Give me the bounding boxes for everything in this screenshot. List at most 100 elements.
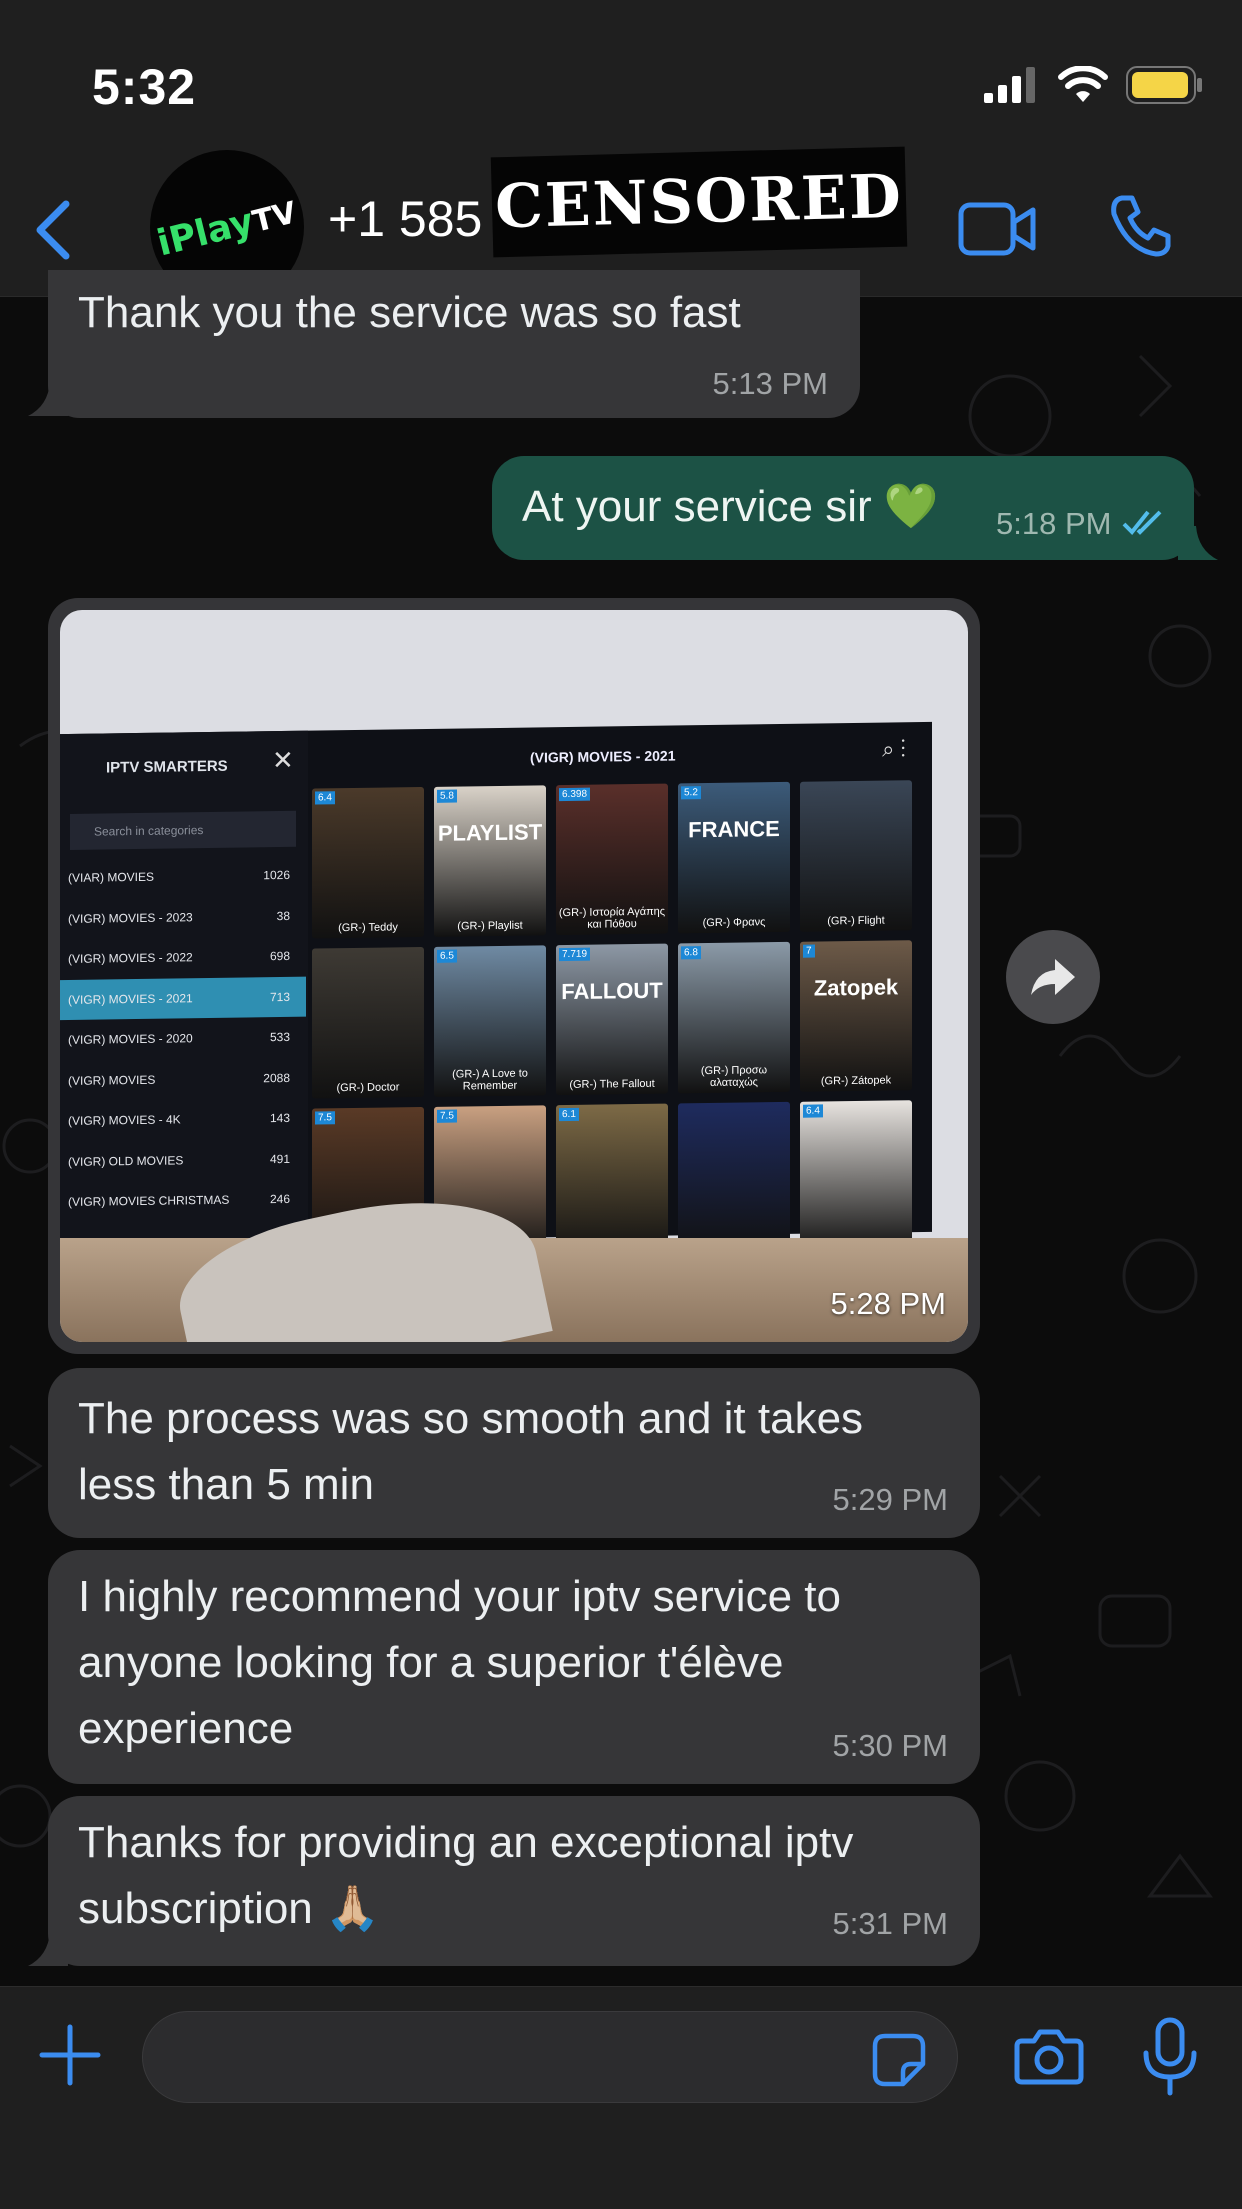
double-check-icon	[1122, 510, 1162, 535]
poster-rating-badge: 6.5	[437, 949, 457, 963]
image-message[interactable]: IPTV SMARTERS ✕ Search in categories (VI…	[48, 598, 980, 1354]
poster-rating-badge: 6.4	[315, 791, 335, 805]
bubble-tail	[28, 382, 68, 416]
poster-word: FRANCE	[688, 816, 780, 843]
contact-name[interactable]: +1 585	[328, 190, 482, 248]
tv-category-item: (VIAR) MOVIES 1026	[68, 868, 290, 886]
tv-poster: 6.1	[556, 1103, 668, 1256]
tv-category-item: (VIGR) MOVIES - 4K 143	[68, 1111, 290, 1129]
tv-category-list: (VIAR) MOVIES 1026 (VIGR) MOVIES - 2023 38 (…	[60, 855, 306, 1223]
poster-rating-badge: 7.719	[559, 947, 591, 962]
poster-word	[434, 979, 546, 981]
tv-poster: 6.398 (GR-) Ιστορία Αγάπης και Πόθου	[556, 783, 668, 936]
tv-title: (VIGR) MOVIES - 2021	[530, 747, 676, 766]
message-time: 5:29 PM	[832, 1482, 948, 1517]
avatar-logo: iPlayTV	[153, 194, 301, 264]
poster-word: Zatopek	[813, 974, 899, 1001]
poster-rating-badge: 6.1	[559, 1107, 579, 1122]
bubble-tail	[1178, 526, 1218, 560]
poster-rating-badge: 5.2	[681, 786, 701, 800]
tv-close-icon: ✕	[272, 744, 294, 776]
tv-search-icon: ⌕ ⋮	[882, 736, 906, 762]
composer-bar	[0, 1986, 1242, 2209]
poster-word	[800, 814, 912, 816]
forward-button[interactable]	[1006, 930, 1100, 1024]
back-icon[interactable]	[30, 198, 80, 262]
message-text: Thank you the service was so fast	[78, 288, 741, 337]
poster-word: FALLOUT	[561, 977, 663, 1005]
poster-rating-badge: 6.8	[681, 946, 701, 960]
poster-word	[556, 818, 668, 820]
poster-title: (GR-) Προσω αλαταχώς	[700, 1064, 768, 1090]
message-time: 5:13 PM	[712, 366, 828, 401]
poster-rating-badge: 5.8	[437, 789, 457, 803]
plus-icon[interactable]	[38, 2023, 102, 2087]
poster-rating-badge: 7.5	[437, 1109, 457, 1123]
censored-stamp: CENSORED	[490, 146, 908, 258]
poster-rating-badge: 7	[803, 944, 815, 958]
tv-brand: IPTV SMARTERS	[106, 757, 228, 777]
message-bubble-incoming[interactable]: Thanks for providing an exceptional iptv…	[48, 1796, 980, 1966]
tv-sidebar: IPTV SMARTERS ✕ Search in categories (VI…	[60, 730, 308, 1245]
message-bubble-outgoing[interactable]: At your service sir 💚 5:18 PM	[492, 456, 1194, 560]
message-photo[interactable]: IPTV SMARTERS ✕ Search in categories (VI…	[60, 610, 968, 1342]
tv-poster: 7.719 FALLOUT (GR-) The Fallout	[556, 943, 668, 1096]
tv-poster: 6.8 (GR-) Προσω αλαταχώς	[678, 941, 790, 1094]
poster-title: (GR-) Teddy	[338, 921, 398, 935]
tv-poster: 6.4	[800, 1100, 912, 1252]
message-time: 5:30 PM	[832, 1728, 948, 1763]
tv-poster	[678, 1101, 790, 1254]
tv-category-item: (VIGR) MOVIES 2088	[68, 1070, 290, 1088]
tv-poster: 5.2 FRANCE (GR-) Φρανς	[678, 781, 790, 934]
poster-word: PLAYLIST	[437, 819, 543, 846]
poster-rating-badge: 7.5	[315, 1111, 335, 1125]
poster-title: (GR-) Ιστορία Αγάπης και Πόθου	[558, 905, 666, 931]
tv-poster: 7 Zatopek (GR-) Zátopek	[800, 940, 912, 1092]
poster-word	[678, 976, 790, 978]
battery-icon	[1126, 66, 1202, 104]
camera-icon[interactable]	[1014, 2027, 1084, 2085]
poster-title: (GR-) Φρανς	[702, 916, 766, 930]
message-bubble-incoming[interactable]: Thank you the service was so fast 5:13 P…	[48, 270, 860, 418]
poster-title: (GR-) Doctor	[336, 1081, 400, 1095]
poster-word	[556, 1138, 668, 1140]
tv-search: Search in categories	[70, 810, 296, 850]
tv-poster: 6.4 (GR-) Teddy	[312, 787, 424, 939]
status-icons	[984, 66, 1204, 104]
wifi-icon	[1058, 66, 1108, 102]
poster-title: (GR-) Playlist	[457, 919, 523, 933]
tv-category-item: (VIGR) MOVIES - 2021 713	[60, 976, 306, 1021]
poster-word	[312, 1141, 424, 1143]
message-input-field[interactable]	[142, 2011, 958, 2103]
poster-word	[312, 981, 424, 983]
message-input[interactable]	[173, 2032, 857, 2084]
poster-title: (GR-) Flight	[827, 914, 885, 928]
forward-icon	[1031, 959, 1075, 995]
mic-icon[interactable]	[1140, 2017, 1200, 2097]
tv-poster: (GR-) Doctor	[312, 947, 424, 1099]
tv-poster: 6.5 (GR-) A Love to Remember	[434, 945, 546, 1097]
poster-word	[434, 1139, 546, 1141]
signal-icon	[984, 67, 1035, 103]
poster-rating-badge: 6.398	[559, 787, 591, 802]
tv-category-item: (VIGR) MOVIES CHRISTMAS 246	[68, 1192, 290, 1210]
poster-word	[678, 1136, 790, 1138]
poster-title: (GR-) A Love to Remember	[452, 1067, 528, 1093]
tv-category-item: (VIGR) MOVIES - 2023 38	[68, 908, 290, 926]
tv-poster-grid: 6.4 (GR-) Teddy 5.8 PLAYLIST (GR-) Playlist 6…	[312, 780, 912, 1259]
phone-icon[interactable]	[1108, 194, 1172, 258]
message-bubble-incoming[interactable]: I highly recommend your iptv service to …	[48, 1550, 980, 1784]
status-bar: 5:32	[0, 0, 1242, 140]
tv-poster: (GR-) Flight	[800, 780, 912, 932]
message-bubble-incoming[interactable]: The process was so smooth and it takes l…	[48, 1368, 980, 1538]
poster-rating-badge: 6.4	[803, 1104, 823, 1118]
message-text: At your service sir 💚	[522, 482, 939, 531]
sticker-icon[interactable]	[871, 2032, 927, 2088]
message-text: The process was so smooth and it takes l…	[78, 1394, 864, 1509]
poster-title: (GR-) The Fallout	[569, 1077, 655, 1091]
video-call-icon[interactable]	[958, 202, 1036, 256]
tv-poster: 5.8 PLAYLIST (GR-) Playlist	[434, 785, 546, 937]
tv-category-item: (VIGR) MOVIES - 2020 533	[68, 1030, 290, 1048]
poster-title: (GR-) Zátopek	[820, 1074, 892, 1088]
message-time: 5:31 PM	[832, 1906, 948, 1941]
